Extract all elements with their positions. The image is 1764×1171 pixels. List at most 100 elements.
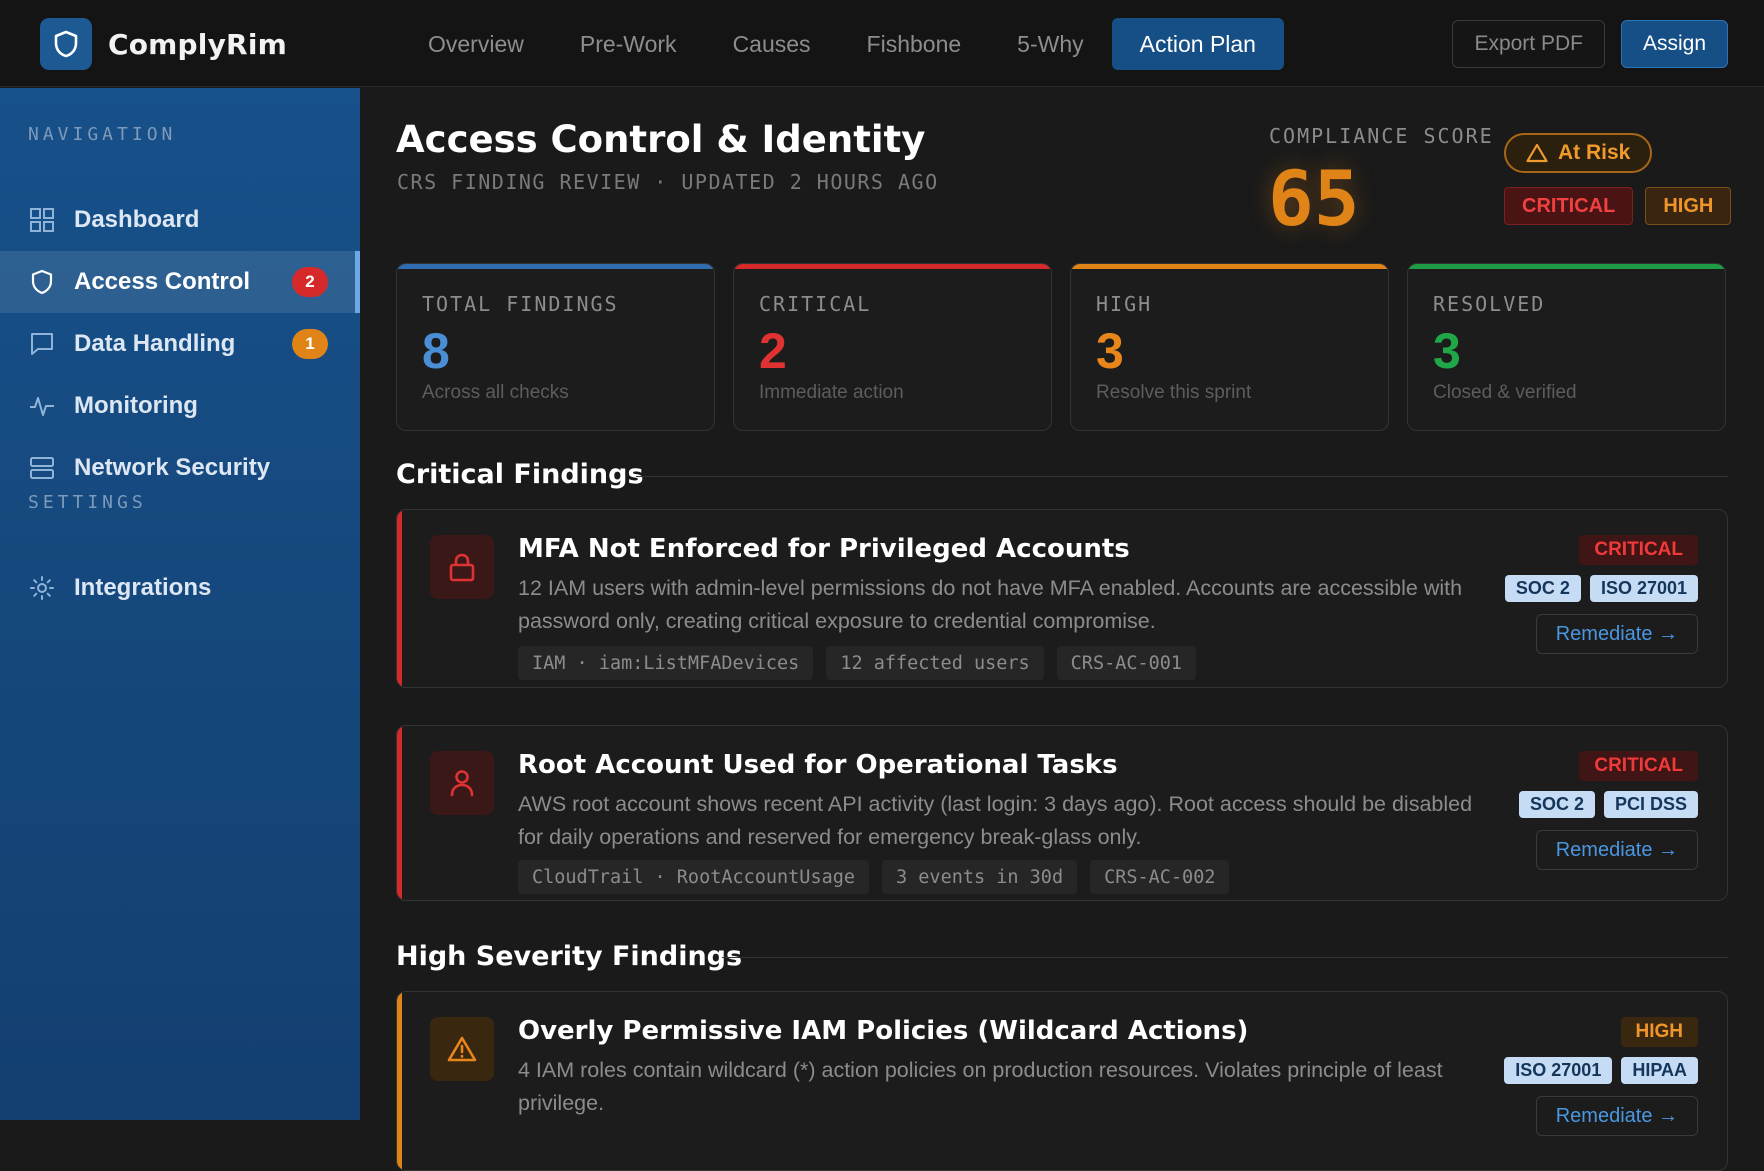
- finding-description: AWS root account shows recent API activi…: [518, 792, 1473, 849]
- finding-card[interactable]: Root Account Used for Operational Tasks …: [396, 725, 1728, 901]
- sidebar-item-label: Dashboard: [74, 206, 200, 233]
- stat-value: 3: [1096, 323, 1124, 379]
- sidebar-item-label: Access Control: [74, 268, 251, 295]
- stat-card-total-findings[interactable]: TOTAL FINDINGS 8 Across all checks: [396, 263, 715, 431]
- stat-caption: Closed & verified: [1433, 382, 1577, 403]
- compliance-score-value: 65: [1268, 154, 1360, 243]
- finding-card[interactable]: Overly Permissive IAM Policies (Wildcard…: [396, 991, 1728, 1171]
- export-pdf-button[interactable]: Export PDF: [1452, 20, 1605, 68]
- meta-chip: 12 affected users: [826, 646, 1044, 680]
- page-title: Access Control & Identity: [396, 118, 926, 161]
- stat-label: TOTAL FINDINGS: [422, 292, 619, 316]
- tab-overview[interactable]: Overview: [400, 18, 552, 70]
- sidebar-item-monitoring[interactable]: Monitoring: [0, 375, 360, 437]
- tab-5-why[interactable]: 5-Why: [989, 18, 1111, 70]
- sidebar-item-label: Data Handling: [74, 330, 236, 357]
- meta-chip: CRS-AC-001: [1056, 646, 1197, 680]
- server-icon: [28, 454, 56, 482]
- sidebar-item-dashboard[interactable]: Dashboard: [0, 189, 360, 251]
- stat-label: RESOLVED: [1433, 292, 1546, 316]
- sidebar-section-settings: SETTINGS: [28, 492, 147, 513]
- sidebar-item-data-handling[interactable]: Data Handling 1: [0, 313, 360, 375]
- severity-edge: [397, 510, 402, 687]
- tab-fishbone[interactable]: Fishbone: [839, 18, 990, 70]
- severity-badge: CRITICAL: [1579, 535, 1698, 565]
- stat-caption: Resolve this sprint: [1096, 382, 1252, 403]
- warning-triangle-icon: [430, 1017, 494, 1081]
- tab-causes[interactable]: Causes: [705, 18, 839, 70]
- meta-chip: CRS-AC-002: [1090, 860, 1230, 894]
- severity-edge: [397, 992, 402, 1170]
- at-risk-label: At Risk: [1558, 141, 1631, 164]
- finding-title: Root Account Used for Operational Tasks: [518, 750, 1118, 780]
- finding-description: 4 IAM roles contain wildcard (*) action …: [518, 1058, 1443, 1115]
- remediate-button[interactable]: Remediate →: [1535, 1096, 1698, 1136]
- framework-tags: SOC 2 ISO 27001: [1504, 575, 1698, 602]
- sidebar-section-navigation: NAVIGATION: [28, 124, 177, 145]
- finding-card[interactable]: MFA Not Enforced for Privileged Accounts…: [396, 509, 1728, 688]
- gear-icon: [28, 574, 56, 602]
- severity-tags: CRITICAL HIGH: [1504, 187, 1732, 225]
- count-badge: 1: [292, 329, 328, 359]
- sidebar-item-network-security[interactable]: Network Security: [0, 437, 360, 499]
- stat-card-high[interactable]: HIGH 3 Resolve this sprint: [1070, 263, 1389, 431]
- stat-caption: Immediate action: [759, 382, 904, 403]
- tab-pre-work[interactable]: Pre-Work: [552, 18, 705, 70]
- sidebar-item-access-control[interactable]: Access Control 2: [0, 251, 360, 313]
- main-content: Access Control & Identity CRS FINDING RE…: [360, 88, 1764, 1171]
- stat-accent-bar: [397, 264, 714, 269]
- finding-actions: CRITICAL SOC 2 ISO 27001 Remediate →: [1504, 535, 1698, 654]
- section-divider: [636, 476, 1728, 477]
- header-actions: Export PDF Assign: [1452, 20, 1728, 68]
- stat-value: 8: [422, 323, 450, 379]
- framework-tags: ISO 27001 HIPAA: [1504, 1057, 1698, 1084]
- meta-chip: IAM · iam:ListMFADevices: [518, 646, 814, 680]
- framework-tag: PCI DSS: [1603, 791, 1698, 818]
- finding-actions: CRITICAL SOC 2 PCI DSS Remediate →: [1518, 751, 1698, 870]
- user-icon: [430, 751, 494, 815]
- framework-tags: SOC 2 PCI DSS: [1518, 791, 1698, 818]
- high-tag: HIGH: [1645, 187, 1732, 225]
- stat-card-critical[interactable]: CRITICAL 2 Immediate action: [733, 263, 1052, 431]
- chat-bubble-icon: [28, 330, 56, 358]
- stat-caption: Across all checks: [422, 382, 569, 403]
- finding-actions: HIGH ISO 27001 HIPAA Remediate →: [1504, 1017, 1698, 1136]
- warning-triangle-icon: [1526, 143, 1548, 163]
- framework-tag: HIPAA: [1621, 1057, 1698, 1084]
- activity-pulse-icon: [28, 392, 56, 420]
- remediate-button[interactable]: Remediate →: [1535, 614, 1698, 654]
- sidebar-item-integrations[interactable]: Integrations: [0, 557, 360, 619]
- stat-card-resolved[interactable]: RESOLVED 3 Closed & verified: [1407, 263, 1726, 431]
- meta-chip: CloudTrail · RootAccountUsage: [518, 860, 870, 894]
- sidebar-item-label: Integrations: [74, 574, 212, 601]
- dashboard-grid-icon: [28, 206, 56, 234]
- shield-logo-icon: [40, 18, 92, 70]
- stat-label: HIGH: [1096, 292, 1153, 316]
- section-title-critical: Critical Findings: [396, 459, 644, 490]
- compliance-score-label: COMPLIANCE SCORE: [1269, 124, 1494, 148]
- workflow-tabs: Overview Pre-Work Causes Fishbone 5-Why …: [400, 18, 1284, 70]
- brand[interactable]: ComplyRim: [40, 18, 287, 70]
- count-badge: 2: [292, 267, 328, 297]
- stat-label: CRITICAL: [759, 292, 872, 316]
- severity-edge: [397, 726, 402, 900]
- stat-accent-bar: [1071, 264, 1388, 269]
- shield-icon: [28, 268, 56, 296]
- section-title-high: High Severity Findings: [396, 941, 743, 972]
- top-bar: ComplyRim Overview Pre-Work Causes Fishb…: [0, 0, 1764, 87]
- remediate-button[interactable]: Remediate →: [1535, 830, 1698, 870]
- section-divider: [722, 957, 1728, 958]
- lock-icon: [430, 535, 494, 599]
- page-subtitle: CRS FINDING REVIEW · UPDATED 2 HOURS AGO: [397, 170, 939, 194]
- stat-cards: TOTAL FINDINGS 8 Across all checks CRITI…: [396, 263, 1726, 431]
- finding-meta: IAM · iam:ListMFADevices 12 affected use…: [518, 646, 1197, 680]
- finding-meta: CloudTrail · RootAccountUsage 3 events i…: [518, 860, 1230, 894]
- meta-chip: 3 events in 30d: [882, 860, 1078, 894]
- assign-button[interactable]: Assign: [1620, 20, 1728, 68]
- framework-tag: SOC 2: [1504, 575, 1581, 602]
- framework-tag: SOC 2: [1518, 791, 1595, 818]
- finding-title: MFA Not Enforced for Privileged Accounts: [518, 534, 1130, 564]
- tab-action-plan[interactable]: Action Plan: [1111, 18, 1284, 70]
- finding-title: Overly Permissive IAM Policies (Wildcard…: [518, 1016, 1249, 1046]
- sidebar: NAVIGATION Dashboard Access Control 2 Da…: [0, 88, 360, 1120]
